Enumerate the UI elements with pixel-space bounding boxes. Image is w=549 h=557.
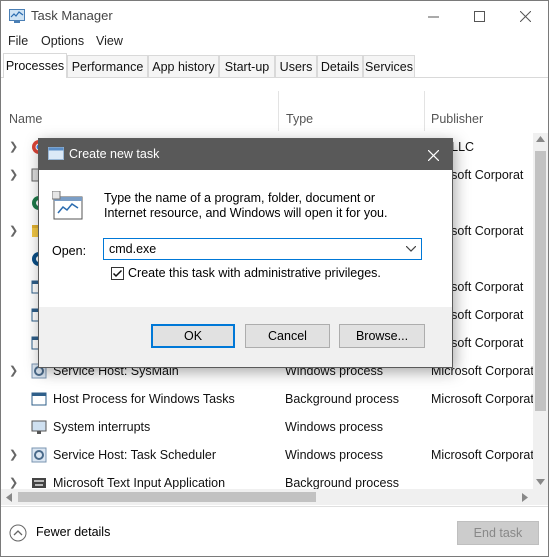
scroll-left-icon[interactable] [6,493,12,502]
vertical-scrollbar[interactable] [533,133,548,489]
horizontal-scroll-thumb[interactable] [18,492,316,502]
scroll-corner [533,489,548,505]
chevron-up-circle-icon [9,524,27,542]
close-icon [427,149,439,161]
table-row[interactable]: ❯ Service Host: Task Scheduler Windows p… [1,441,533,469]
tab-app-history[interactable]: App history [148,55,219,77]
ok-button[interactable]: OK [151,324,235,348]
fewer-details-button[interactable]: Fewer details [9,523,191,545]
tab-services[interactable]: Services [363,55,415,77]
tab-processes[interactable]: Processes [3,53,67,78]
close-button[interactable] [502,1,548,31]
scroll-down-icon[interactable] [536,479,545,485]
open-input[interactable]: cmd.exe [109,242,156,256]
menu-file[interactable]: File [8,34,28,48]
chevron-right-icon[interactable]: ❯ [9,448,19,461]
dialog-content: Type the name of a program, folder, docu… [39,170,452,307]
dialog-close-button[interactable] [422,144,444,166]
dialog-title-bar[interactable]: Create new task [39,139,452,170]
table-row[interactable]: System interrupts Windows process [1,413,533,441]
checkbox-checked-icon[interactable] [111,267,124,280]
tab-performance[interactable]: Performance [67,55,148,77]
scroll-up-icon[interactable] [536,136,545,142]
open-label: Open: [52,244,87,258]
dialog-description: Type the name of a program, folder, docu… [104,191,388,220]
admin-privileges-label: Create this task with administrative pri… [128,266,381,280]
fewer-details-label: Fewer details [36,525,111,539]
cancel-button[interactable]: Cancel [245,324,330,348]
menu-options[interactable]: Options [41,34,84,48]
vertical-scroll-thumb[interactable] [535,151,546,411]
maximize-button[interactable] [456,1,502,31]
chevron-right-icon[interactable]: ❯ [9,140,19,153]
menu-view[interactable]: View [96,34,123,48]
monitor-icon [31,420,47,434]
tab-start-up[interactable]: Start-up [219,55,275,77]
run-icon [48,147,64,160]
chevron-right-icon[interactable]: ❯ [9,364,19,377]
column-header-type[interactable]: Type [286,105,313,133]
column-header-name[interactable]: Name [9,105,42,133]
title-bar[interactable]: Task Manager [1,1,548,31]
chevron-down-icon[interactable] [406,246,416,252]
dialog-title: Create new task [69,147,160,161]
program-window-icon [52,191,83,220]
column-divider[interactable] [424,91,425,131]
browse-button[interactable]: Browse... [339,324,425,348]
chevron-right-icon[interactable]: ❯ [9,224,19,237]
footer-bar: Fewer details End task [1,506,548,556]
tab-details[interactable]: Details [317,55,363,77]
close-icon [519,10,531,22]
tab-strip: Processes Performance App history Start-… [1,53,548,78]
admin-privileges-checkbox[interactable]: Create this task with administrative pri… [111,266,401,282]
maximize-icon [473,10,485,22]
open-combobox[interactable]: cmd.exe [103,238,422,260]
tab-users[interactable]: Users [275,55,317,77]
minimize-icon [427,16,439,17]
minimize-button[interactable] [410,1,456,31]
window-icon [31,392,47,406]
horizontal-scrollbar[interactable] [1,489,533,505]
scroll-right-icon[interactable] [522,493,528,502]
window-title: Task Manager [31,8,113,23]
chevron-right-icon[interactable]: ❯ [9,168,19,181]
column-divider[interactable] [278,91,279,131]
chevron-right-icon[interactable]: ❯ [9,476,19,489]
table-row[interactable]: Host Process for Windows Tasks Backgroun… [1,385,533,413]
create-new-task-dialog: Create new task Type the name of a progr… [38,138,453,368]
column-header-publisher[interactable]: Publisher [431,105,483,133]
end-task-button[interactable]: End task [457,521,539,545]
gear-icon [31,447,47,463]
task-manager-icon [9,9,25,23]
